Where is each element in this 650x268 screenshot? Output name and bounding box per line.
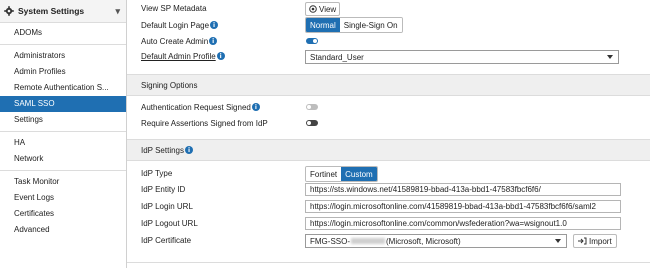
- idp-certificate-select[interactable]: FMG-SSO- (Microsoft, Microsoft): [305, 234, 567, 248]
- view-sp-metadata-row: View SP Metadata: [141, 1, 207, 15]
- view-sp-metadata-button[interactable]: View: [305, 2, 341, 16]
- eye-icon: [309, 5, 317, 13]
- sidebar-item-saml-sso[interactable]: SAML SSO: [0, 96, 126, 112]
- sidebar-item-remote-authentication[interactable]: Remote Authentication S...: [0, 80, 126, 96]
- auto-create-admin-toggle[interactable]: [306, 38, 318, 44]
- idp-option-fortinet[interactable]: Fortinet: [306, 167, 342, 181]
- default-admin-profile-label[interactable]: Default Admin Profile: [141, 52, 216, 61]
- default-admin-profile-value: Standard_User: [310, 52, 364, 62]
- toggle-knob: [313, 39, 317, 43]
- auto-create-admin-label: Auto Create Admin: [141, 36, 209, 46]
- info-icon[interactable]: i: [251, 103, 260, 111]
- sidebar-item-advanced[interactable]: Advanced: [0, 222, 126, 238]
- signing-options-title: Signing Options: [141, 80, 198, 90]
- main-content: View SP Metadata View Default Login Page…: [127, 0, 650, 268]
- login-option-single-sign-on[interactable]: Single-Sign On: [339, 18, 402, 32]
- idp-type-label: IdP Type: [141, 168, 173, 178]
- require-assertions-signed-row: Require Assertions Signed from IdP: [141, 116, 268, 130]
- idp-login-url-row: IdP Login URL: [141, 199, 193, 213]
- default-admin-profile-row: Default Admin Profile i: [141, 49, 225, 63]
- auth-request-signed-row: Authentication Request Signed i: [141, 100, 260, 114]
- idp-settings-title: IdP Settings: [141, 145, 184, 155]
- sidebar-header-system-settings[interactable]: System Settings ▾: [0, 0, 126, 23]
- idp-type-toggle: Fortinet Custom: [305, 166, 378, 182]
- idp-logout-url-label: IdP Logout URL: [141, 218, 198, 228]
- toggle-knob: [307, 105, 311, 109]
- auth-request-signed-toggle[interactable]: [306, 104, 318, 110]
- sidebar-divider: [0, 170, 126, 171]
- import-button[interactable]: Import: [573, 234, 617, 248]
- idp-option-custom[interactable]: Custom: [341, 167, 377, 181]
- divider: [127, 262, 650, 263]
- idp-entity-id-row: IdP Entity ID: [141, 182, 185, 196]
- sidebar: System Settings ▾ ADOMs Administrators A…: [0, 0, 127, 268]
- default-admin-profile-select[interactable]: Standard_User: [305, 50, 619, 64]
- import-icon: [578, 237, 587, 245]
- sidebar-header-label: System Settings: [18, 6, 85, 16]
- sidebar-item-admin-profiles[interactable]: Admin Profiles: [0, 64, 126, 80]
- info-icon[interactable]: i: [216, 52, 225, 60]
- idp-entity-id-label: IdP Entity ID: [141, 184, 186, 194]
- signing-options-section-header: Signing Options: [127, 74, 650, 96]
- chevron-down-icon: ▾: [115, 5, 120, 16]
- idp-certificate-prefix: FMG-SSO-: [310, 236, 350, 246]
- sidebar-item-settings[interactable]: Settings: [0, 112, 126, 128]
- auth-request-signed-label: Authentication Request Signed: [141, 102, 251, 112]
- caret-down-icon: [555, 239, 561, 243]
- gear-icon: [4, 6, 14, 16]
- toggle-knob: [307, 121, 311, 125]
- sidebar-divider: [0, 131, 126, 132]
- idp-login-url-label: IdP Login URL: [141, 201, 193, 211]
- default-login-page-label: Default Login Page: [141, 20, 210, 30]
- idp-logout-url-field[interactable]: https://login.microsoftonline.com/common…: [305, 217, 621, 230]
- default-login-page-toggle: Normal Single-Sign On: [305, 17, 403, 33]
- idp-entity-id-field[interactable]: https://sts.windows.net/41589819-bbad-41…: [305, 183, 621, 196]
- import-button-label: Import: [589, 236, 612, 246]
- require-assertions-signed-toggle[interactable]: [306, 120, 318, 126]
- auto-create-admin-row: Auto Create Admin i: [141, 34, 218, 48]
- login-option-normal[interactable]: Normal: [306, 18, 340, 32]
- default-login-page-row: Default Login Page i: [141, 18, 219, 32]
- caret-down-icon: [607, 55, 613, 59]
- sidebar-item-network[interactable]: Network: [0, 151, 126, 167]
- sidebar-item-adoms[interactable]: ADOMs: [0, 25, 126, 41]
- sidebar-item-administrators[interactable]: Administrators: [0, 48, 126, 64]
- info-icon[interactable]: i: [185, 146, 193, 154]
- view-button-label: View: [319, 4, 337, 14]
- redacted-text: [351, 238, 385, 244]
- idp-certificate-label: IdP Certificate: [141, 235, 192, 245]
- require-assertions-signed-label: Require Assertions Signed from IdP: [141, 118, 268, 128]
- sidebar-item-event-logs[interactable]: Event Logs: [0, 190, 126, 206]
- idp-certificate-suffix: (Microsoft, Microsoft): [386, 236, 461, 246]
- idp-certificate-row: IdP Certificate: [141, 233, 191, 247]
- idp-settings-section-header: IdP Settings i: [127, 139, 650, 161]
- sidebar-item-ha[interactable]: HA: [0, 135, 126, 151]
- sidebar-item-certificates[interactable]: Certificates: [0, 206, 126, 222]
- idp-logout-url-row: IdP Logout URL: [141, 216, 198, 230]
- idp-login-url-field[interactable]: https://login.microsoftonline.com/415898…: [305, 200, 621, 213]
- info-icon[interactable]: i: [209, 37, 218, 45]
- view-sp-metadata-label: View SP Metadata: [141, 3, 207, 13]
- sidebar-divider: [0, 44, 126, 45]
- idp-type-row: IdP Type: [141, 166, 172, 180]
- sidebar-item-task-monitor[interactable]: Task Monitor: [0, 174, 126, 190]
- info-icon[interactable]: i: [210, 21, 219, 29]
